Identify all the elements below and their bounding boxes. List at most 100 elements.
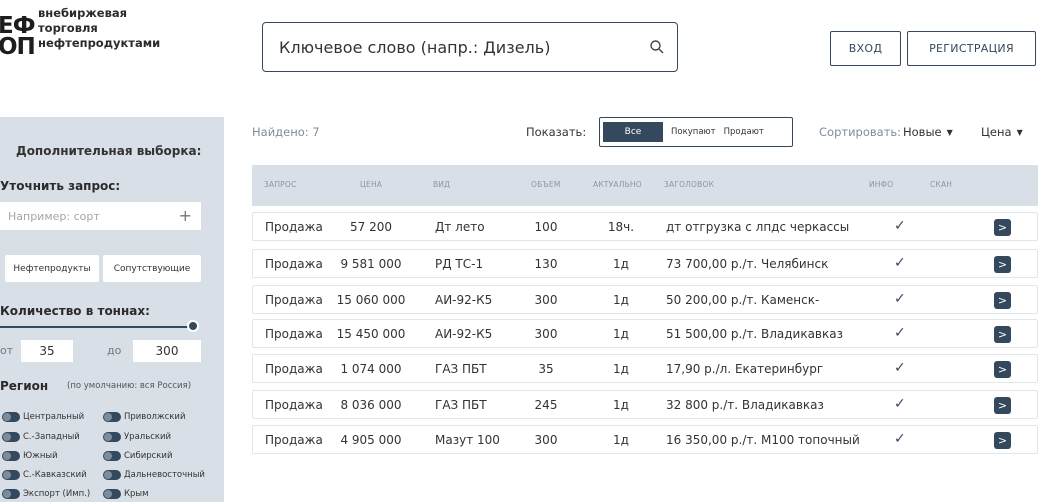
search-input[interactable] xyxy=(279,37,649,57)
toggle-switch[interactable] xyxy=(2,412,20,422)
cell-title: 73 700,00 р./т. Челябинск xyxy=(666,257,829,271)
show-label: Показать: xyxy=(526,125,587,139)
cell-price: 9 581 000 xyxy=(340,257,402,271)
col-title[interactable]: ЗАГОЛОВОК xyxy=(664,180,714,189)
cell-price: 1 074 000 xyxy=(340,362,402,376)
cell-price: 4 905 000 xyxy=(340,433,402,447)
results-count: Найдено: 7 xyxy=(252,125,320,139)
search-box[interactable] xyxy=(262,22,678,72)
table-row[interactable]: Продажа 15 060 000 АИ-92-К5 300 1д 50 200,00 … xyxy=(252,285,1038,314)
cell-actual: 18ч. xyxy=(607,220,635,234)
cell-volume: 300 xyxy=(534,293,558,307)
cell-type: Продажа xyxy=(265,220,323,234)
cell-title: 16 350,00 р./т. М100 топочный xyxy=(666,433,860,447)
logo-line-2: торговля xyxy=(38,21,98,35)
col-actual[interactable]: АКТУАЛЬНО xyxy=(593,180,642,189)
region-toggle[interactable]: Дальневосточный xyxy=(103,470,205,480)
quantity-slider-handle[interactable] xyxy=(187,320,199,332)
region-toggle[interactable]: Центральный xyxy=(2,412,84,422)
login-button[interactable]: ВХОД xyxy=(830,31,901,66)
cell-kind: ГАЗ ПБТ xyxy=(435,362,487,376)
table-row[interactable]: Продажа 15 450 000 АИ-92-К5 300 1д 51 500,00 … xyxy=(252,319,1038,348)
region-toggle[interactable]: Экспорт (Имп.) xyxy=(2,489,90,499)
toggle-switch[interactable] xyxy=(2,470,20,480)
cell-title: 17,90 р./л. Екатеринбург xyxy=(666,362,824,376)
logo-mark: ЕФ ОП xyxy=(0,13,36,60)
refine-input[interactable] xyxy=(8,209,168,223)
cell-actual: 1д xyxy=(613,257,629,271)
add-icon[interactable]: + xyxy=(179,206,192,225)
checkmark-icon: ✓ xyxy=(894,325,906,341)
chip-related[interactable]: Сопутствующие xyxy=(103,255,201,282)
toggle-switch[interactable] xyxy=(2,451,20,461)
region-toggle[interactable]: Приволжский xyxy=(103,412,185,422)
sort-newest[interactable]: Новые ▼ xyxy=(903,125,953,139)
cell-type: Продажа xyxy=(265,257,323,271)
cell-kind: АИ-92-К5 xyxy=(435,293,493,307)
cell-actual: 1д xyxy=(613,398,629,412)
toggle-switch[interactable] xyxy=(103,451,121,461)
col-request[interactable]: ЗАПРОС xyxy=(264,180,296,189)
register-button[interactable]: РЕГИСТРАЦИЯ xyxy=(907,31,1036,66)
open-row-button[interactable]: > xyxy=(994,326,1011,343)
cell-actual: 1д xyxy=(613,362,629,376)
cell-actual: 1д xyxy=(613,433,629,447)
open-row-button[interactable]: > xyxy=(994,256,1011,273)
filter-selling[interactable]: Продают xyxy=(720,122,768,142)
col-volume[interactable]: ОБЪЕМ xyxy=(531,180,561,189)
checkmark-icon: ✓ xyxy=(894,291,906,307)
table-row[interactable]: Продажа 9 581 000 РД ТС-1 130 1д 73 700,00 р.… xyxy=(252,249,1038,278)
table-row[interactable]: Продажа 8 036 000 ГАЗ ПБТ 245 1д 32 800 р./т.… xyxy=(252,390,1038,419)
to-input[interactable]: 300 xyxy=(133,340,201,362)
region-toggle[interactable]: Уральский xyxy=(103,432,171,442)
col-scan[interactable]: СКАН xyxy=(930,180,952,189)
region-toggle[interactable]: Южный xyxy=(2,451,58,461)
region-label: Регион xyxy=(0,379,49,393)
filter-all[interactable]: Все xyxy=(603,122,663,142)
open-row-button[interactable]: > xyxy=(994,361,1011,378)
col-kind[interactable]: ВИД xyxy=(433,180,450,189)
table-row[interactable]: Продажа 1 074 000 ГАЗ ПБТ 35 1д 17,90 р./л. Е… xyxy=(252,354,1038,383)
open-row-button[interactable]: > xyxy=(994,292,1011,309)
region-toggle[interactable]: С.-Западный xyxy=(2,432,80,442)
region-toggle[interactable]: Крым xyxy=(103,489,149,499)
from-input[interactable]: 35 xyxy=(21,340,73,362)
quantity-slider-track[interactable] xyxy=(0,326,193,328)
col-price[interactable]: ЦЕНА xyxy=(360,180,382,189)
filter-buying[interactable]: Покупают xyxy=(667,122,720,142)
open-row-button[interactable]: > xyxy=(994,397,1011,414)
toggle-switch[interactable] xyxy=(103,432,121,442)
toggle-switch[interactable] xyxy=(103,412,121,422)
table-row[interactable]: Продажа 57 200 Дт лето 100 18ч. дт отгрузка с… xyxy=(252,212,1038,241)
cell-price: 15 060 000 xyxy=(336,293,406,307)
chip-oil-products[interactable]: Нефтепродукты xyxy=(5,255,99,282)
open-row-button[interactable]: > xyxy=(994,432,1011,449)
site-logo[interactable]: ЕФ ОП внебиржевая торговля нефтепродукта… xyxy=(0,6,200,76)
toggle-switch[interactable] xyxy=(2,432,20,442)
filter-sidebar: Дополнительная выборка: Уточнить запрос:… xyxy=(0,117,224,502)
region-note: (по умолчанию: вся Россия) xyxy=(67,381,192,391)
table-header: ЗАПРОС ЦЕНА ВИД ОБЪЕМ АКТУАЛЬНО ЗАГОЛОВО… xyxy=(252,165,1038,206)
to-label: до xyxy=(107,344,122,357)
cell-price: 15 450 000 xyxy=(336,327,406,341)
refine-field[interactable]: + xyxy=(0,202,201,230)
col-info[interactable]: ИНФО xyxy=(869,180,893,189)
cell-actual: 1д xyxy=(613,293,629,307)
checkmark-icon: ✓ xyxy=(894,431,906,447)
sort-price[interactable]: Цена ▼ xyxy=(981,125,1023,139)
toggle-switch[interactable] xyxy=(103,489,121,499)
logo-line-1: внебиржевая xyxy=(38,6,128,20)
open-row-button[interactable]: > xyxy=(994,219,1011,236)
cell-price: 57 200 xyxy=(350,220,392,234)
region-toggle[interactable]: С.-Кавказский xyxy=(2,470,87,480)
toggle-switch[interactable] xyxy=(103,470,121,480)
cell-title: 50 200,00 р./т. Каменск- xyxy=(666,293,820,307)
cell-volume: 100 xyxy=(534,220,558,234)
from-label: от xyxy=(0,344,14,357)
table-row[interactable]: Продажа 4 905 000 Мазут 100 300 1д 16 350,00 … xyxy=(252,425,1038,454)
refine-label: Уточнить запрос: xyxy=(0,179,121,193)
region-toggle[interactable]: Сибирский xyxy=(103,451,172,461)
search-icon[interactable] xyxy=(649,39,665,55)
cell-volume: 245 xyxy=(534,398,558,412)
toggle-switch[interactable] xyxy=(2,489,20,499)
